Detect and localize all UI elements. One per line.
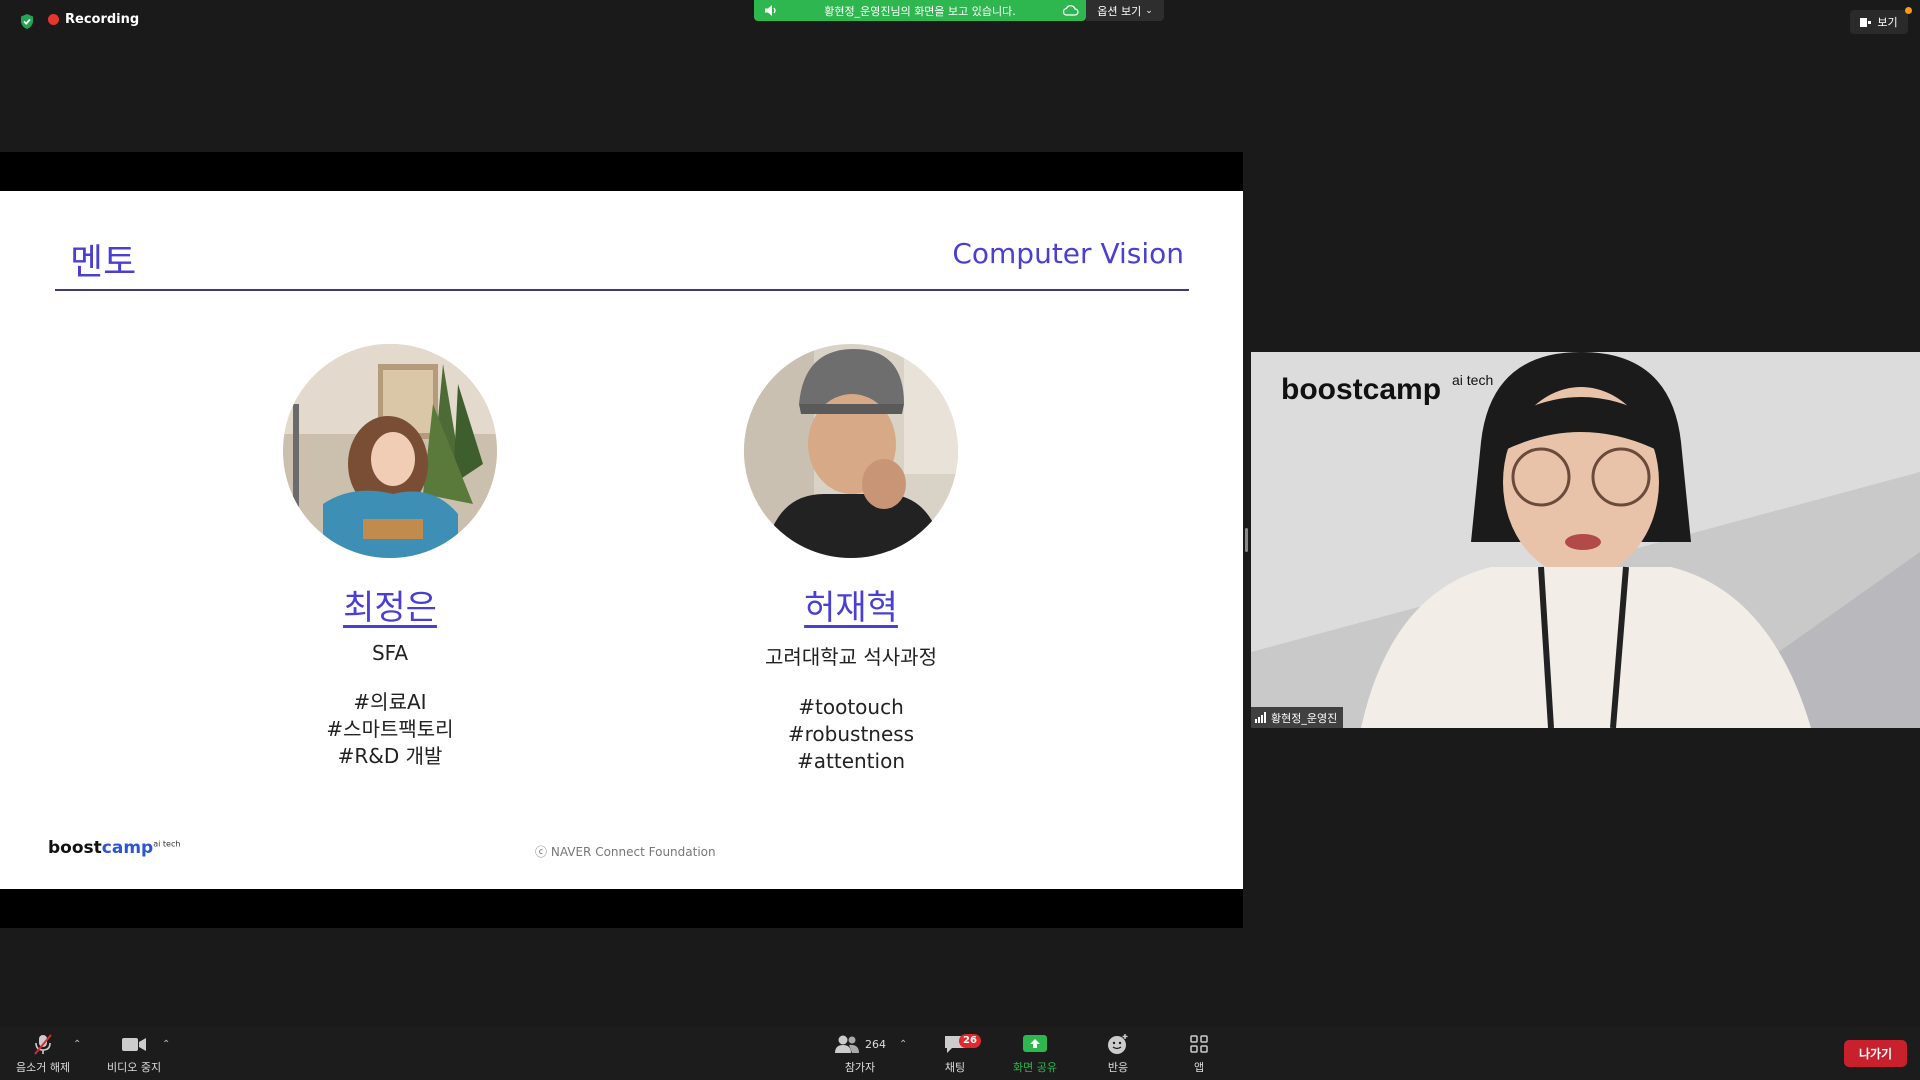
unmute-button[interactable]: 음소거 해제 [16, 1033, 70, 1075]
logo-text-suffix: camp [101, 838, 154, 858]
recording-dot-icon [48, 14, 59, 25]
participants-button[interactable]: 264 참가자 [834, 1033, 886, 1075]
recording-indicator[interactable]: Recording [48, 12, 139, 27]
video-background-logo: boostcamp [1281, 373, 1441, 406]
chat-unread-badge: 26 [959, 1034, 981, 1048]
video-background-logo-sup: ai tech [1452, 372, 1493, 388]
speaker-name: 황현정_운영진 [1271, 711, 1338, 725]
mentor-organization: 고려대학교 석사과정 [765, 645, 937, 669]
split-view-handle[interactable] [1245, 528, 1248, 552]
mentor-tag: #robustness [787, 722, 915, 746]
logo-text-prefix: boost [48, 838, 102, 858]
apps-button[interactable]: 앱 [1188, 1033, 1210, 1075]
participants-icon [835, 1035, 859, 1053]
mentor-card: 허재혁 고려대학교 석사과정 #tootouch #robustness #at… [701, 344, 1001, 775]
slide-copyright: ⓒ NAVER Connect Foundation [535, 843, 716, 860]
view-options-button[interactable]: 옵션 보기 ⌄ [1086, 0, 1164, 21]
cloud-recording-icon[interactable] [1062, 4, 1079, 17]
recording-label: Recording [65, 12, 140, 27]
copyright-icon: ⓒ [535, 845, 548, 859]
meeting-toolbar: 음소거 해제 ⌃ 비디오 중지 ⌃ 264 참가자 ⌃ 26 채팅 화면 공유 … [0, 1027, 1920, 1080]
share-screen-icon [1022, 1035, 1047, 1052]
chevron-down-icon: ⌄ [1145, 5, 1153, 16]
notification-dot [1905, 7, 1912, 14]
mentor-tags: #의료AI #스마트팩토리 #R&D 개발 [240, 689, 540, 770]
leave-meeting-button[interactable]: 나가기 [1844, 1040, 1907, 1067]
chat-button[interactable]: 26 채팅 [943, 1033, 981, 1075]
mentor-name[interactable]: 허재혁 [701, 580, 1001, 629]
mentor-organization: SFA [371, 641, 409, 665]
mentor-name[interactable]: 최정은 [240, 580, 540, 629]
security-shield-icon[interactable] [19, 13, 35, 30]
participants-options-caret-icon[interactable]: ⌃ [899, 1039, 907, 1050]
smiley-plus-icon [1108, 1034, 1128, 1054]
slide-topic: Computer Vision [952, 237, 1184, 270]
audio-options-caret-icon[interactable]: ⌃ [73, 1039, 81, 1050]
stop-video-label: 비디오 중지 [107, 1061, 162, 1074]
mentor-tag: #attention [797, 749, 905, 773]
apps-label: 앱 [1193, 1061, 1205, 1074]
share-screen-button[interactable]: 화면 공유 [1013, 1033, 1057, 1075]
copyright-text: NAVER Connect Foundation [550, 845, 716, 859]
mentor-tags: #tootouch #robustness #attention [701, 694, 1001, 775]
screen-share-banner: 황현정_운영진님의 화면을 보고 있습니다. [754, 0, 1086, 21]
participants-count: 264 [865, 1037, 886, 1051]
meeting-top-bar: Recording 황현정_운영진님의 화면을 보고 있습니다. 옵션 보기 ⌄… [0, 0, 1920, 42]
view-options-label: 옵션 보기 [1097, 4, 1142, 18]
participants-label: 참가자 [844, 1061, 876, 1074]
mentor-card: 최정은 SFA #의료AI #스마트팩토리 #R&D 개발 [240, 344, 540, 770]
stop-video-button[interactable]: 비디오 중지 [107, 1033, 161, 1075]
unmute-label: 음소거 해제 [16, 1061, 71, 1074]
apps-grid-icon [1190, 1035, 1208, 1053]
reactions-button[interactable]: 반응 [1106, 1033, 1130, 1075]
mentor-tag: #스마트팩토리 [326, 717, 454, 741]
shared-screen: 멘토 Computer Vision 최정은 SFA #의료AI #스마트팩토리… [0, 152, 1243, 928]
speaker-name-tag: 황현정_운영진 [1251, 707, 1344, 728]
share-screen-label: 화면 공유 [1013, 1061, 1057, 1074]
signal-strength-icon [1255, 712, 1266, 723]
boostcamp-logo: boostcampai tech [48, 838, 180, 858]
video-options-caret-icon[interactable]: ⌃ [162, 1039, 170, 1050]
slide-title: 멘토 [70, 242, 137, 283]
mentor-tag: #R&D 개발 [337, 744, 443, 768]
mentor-photo [744, 344, 958, 558]
mentor-tag: #tootouch [798, 695, 904, 719]
muted-microphone-icon [34, 1034, 52, 1055]
presentation-slide: 멘토 Computer Vision 최정은 SFA #의료AI #스마트팩토리… [0, 191, 1243, 889]
video-camera-icon [122, 1038, 147, 1051]
mentor-tag: #의료AI [353, 690, 427, 714]
mentor-photo [283, 344, 497, 558]
view-layout-icon [1860, 17, 1872, 27]
logo-sup: ai tech [153, 839, 181, 849]
reactions-label: 반응 [1107, 1061, 1129, 1074]
slide-divider [55, 289, 1189, 291]
share-banner-text: 황현정_운영진님의 화면을 보고 있습니다. [824, 4, 1016, 18]
view-button[interactable]: 보기 [1850, 7, 1912, 34]
chat-label: 채팅 [944, 1061, 966, 1074]
view-label: 보기 [1877, 16, 1898, 29]
speaker-video[interactable]: boostcamp ai tech [1251, 352, 1920, 728]
